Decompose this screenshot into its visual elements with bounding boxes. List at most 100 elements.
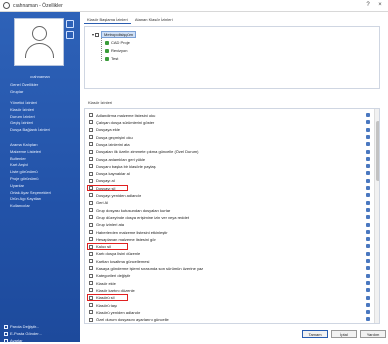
sidebar-item-admin-permissions[interactable]: Yönetici İzinleri — [10, 100, 78, 107]
permission-row[interactable]: Kasaya gönderme işlemi sırasında son sür… — [85, 265, 371, 271]
tab-folder-start-permissions[interactable]: Klasör Başlama İzinleri — [84, 16, 131, 24]
sidebar-item-project-view[interactable]: Proje görünümü — [10, 176, 78, 183]
expand-icon[interactable]: ▾ — [92, 32, 94, 37]
permission-info-icon[interactable] — [366, 317, 370, 322]
remove-photo-icon[interactable] — [66, 31, 74, 39]
permission-row[interactable]: Dosya kaynaklar al — [85, 170, 371, 176]
permission-checkbox[interactable] — [89, 215, 93, 220]
sidebar-item-users[interactable]: Kullanıcılar — [10, 203, 78, 210]
permission-info-icon[interactable] — [366, 120, 370, 125]
permission-info-icon[interactable] — [366, 302, 370, 307]
sidebar-item-bom[interactable]: Malzeme Listeleri — [10, 149, 78, 156]
permission-info-icon[interactable] — [366, 156, 370, 161]
permission-checkbox[interactable] — [89, 281, 93, 286]
sidebar-item-general[interactable]: Genel Özellikler — [10, 82, 78, 89]
permission-info-icon[interactable] — [366, 266, 370, 271]
close-icon[interactable]: × — [376, 2, 384, 9]
permission-row[interactable]: Dosyaya ekle — [85, 127, 371, 133]
permission-info-icon[interactable] — [366, 113, 370, 117]
scrollbar-thumb[interactable] — [376, 121, 379, 181]
permission-row[interactable]: Dosyanı başka bir klasörle paylaş — [85, 163, 371, 169]
permission-info-icon[interactable] — [366, 186, 370, 190]
permission-checkbox[interactable] — [89, 142, 93, 147]
avatar[interactable] — [14, 18, 64, 66]
root-checkbox[interactable] — [95, 32, 100, 37]
permission-row[interactable]: Dosyayı al — [85, 178, 371, 184]
permission-info-icon[interactable] — [366, 288, 370, 293]
permission-checkbox[interactable] — [89, 317, 93, 322]
tab-assigned-folder-permissions[interactable]: Atanan Klasör İzinleri — [132, 16, 176, 23]
permission-info-icon[interactable] — [366, 310, 370, 315]
permission-row[interactable]: Hesaplanan malzeme listesini gör — [85, 236, 371, 242]
permission-info-icon[interactable] — [366, 251, 370, 256]
permission-row[interactable]: Dosya anlamlıları geri yükle — [85, 156, 371, 162]
permission-checkbox[interactable] — [89, 208, 93, 213]
permission-checkbox[interactable] — [89, 120, 93, 125]
permission-row[interactable]: Dosyayı yeniden adlandır — [85, 192, 371, 198]
permission-row[interactable]: Grup dosyası kutusundan dosyaları kurtar — [85, 207, 371, 213]
permission-info-icon[interactable] — [366, 259, 370, 263]
permission-row[interactable]: Klasör kartını düzenle — [85, 287, 371, 293]
permission-checkbox[interactable] — [89, 193, 93, 198]
permission-checkbox[interactable] — [89, 288, 93, 293]
permission-row[interactable]: Dosya geçmişini oku — [85, 134, 371, 140]
ok-button[interactable]: Tamam — [302, 330, 328, 338]
permission-checkbox[interactable] — [89, 273, 93, 278]
permission-row[interactable]: Klasör ekle — [85, 280, 371, 286]
sidebar-item-bulletins[interactable]: Bultenler — [10, 156, 78, 163]
scrollbar[interactable] — [374, 109, 379, 323]
permission-row[interactable]: Grup izinleri ata — [85, 222, 371, 228]
permission-row[interactable]: Kategorileri değiştir — [85, 273, 371, 279]
permission-info-icon[interactable] — [366, 273, 370, 278]
sidebar-item-product-records[interactable]: Ürün Agı Kayıtları — [10, 196, 78, 203]
permission-info-icon[interactable] — [366, 215, 370, 220]
permission-checkbox[interactable] — [89, 127, 93, 132]
permission-checkbox[interactable] — [89, 266, 93, 271]
permission-info-icon[interactable] — [366, 229, 370, 234]
permission-info-icon[interactable] — [366, 134, 370, 139]
permission-row[interactable]: Özel durum dosyasını ayarlarını güncelle — [85, 316, 371, 322]
permission-info-icon[interactable] — [366, 193, 370, 198]
permission-info-icon[interactable] — [366, 207, 370, 212]
permission-row[interactable]: Grup düzeyinde dosya erişimine izin ver … — [85, 214, 371, 220]
permission-info-icon[interactable] — [366, 149, 370, 154]
permission-checkbox[interactable] — [89, 149, 93, 154]
permission-row[interactable]: Klasörü taşı — [85, 302, 371, 308]
sidebar-item-folder-permissions[interactable]: Klasör İzinleri — [10, 107, 78, 114]
help-button[interactable]: Yardım — [360, 330, 386, 338]
permission-info-icon[interactable] — [366, 244, 370, 249]
permission-checkbox[interactable] — [89, 113, 93, 118]
permission-row[interactable]: Dosya izinlerini ata — [85, 141, 371, 147]
send-email-link[interactable]: E-Posta Gönder... — [4, 330, 78, 337]
tree-root[interactable]: ▾ Metropolisişçüm — [92, 31, 136, 38]
permission-info-icon[interactable] — [366, 171, 370, 176]
tree-node-test[interactable]: Test — [105, 56, 118, 61]
permission-checkbox[interactable] — [89, 302, 93, 307]
permission-checkbox[interactable] — [89, 251, 93, 256]
permission-row[interactable]: Haberlerden malzeme listesini etkinleşti… — [85, 229, 371, 235]
permission-row[interactable]: Klasörü yeniden adlandır — [85, 309, 371, 315]
sidebar-item-groups[interactable]: Gruplar — [10, 89, 78, 96]
permission-checkbox[interactable] — [89, 222, 93, 227]
permission-info-icon[interactable] — [366, 280, 370, 285]
permission-row[interactable]: Adlandirma malzeme listesini oku — [85, 112, 371, 118]
permission-checkbox[interactable] — [89, 200, 93, 205]
tree-node-cad[interactable]: CAD Proje — [105, 40, 130, 45]
permission-checkbox[interactable] — [89, 164, 93, 169]
permission-checkbox[interactable] — [89, 156, 93, 161]
permission-row[interactable]: Geri Al — [85, 200, 371, 206]
sidebar-item-shared-options[interactable]: Ortak Ayar Seçenekleri — [10, 190, 78, 197]
permission-row[interactable]: Kartları kısaltma güncellemesi — [85, 258, 371, 264]
permission-checkbox[interactable] — [89, 178, 93, 183]
permission-checkbox[interactable] — [89, 310, 93, 315]
permission-info-icon[interactable] — [366, 222, 370, 227]
cancel-button[interactable]: İptal — [331, 330, 357, 338]
permission-info-icon[interactable] — [366, 164, 370, 169]
permission-info-icon[interactable] — [366, 237, 370, 242]
tree-node-revision[interactable]: Revizyon — [105, 48, 127, 53]
permission-checkbox[interactable] — [89, 171, 93, 176]
permission-row[interactable]: Kartı dosya lisini düzenle — [85, 251, 371, 257]
sidebar-item-warnings[interactable]: Uyarılar — [10, 183, 78, 190]
permission-info-icon[interactable] — [366, 178, 370, 183]
permission-checkbox[interactable] — [89, 237, 93, 242]
